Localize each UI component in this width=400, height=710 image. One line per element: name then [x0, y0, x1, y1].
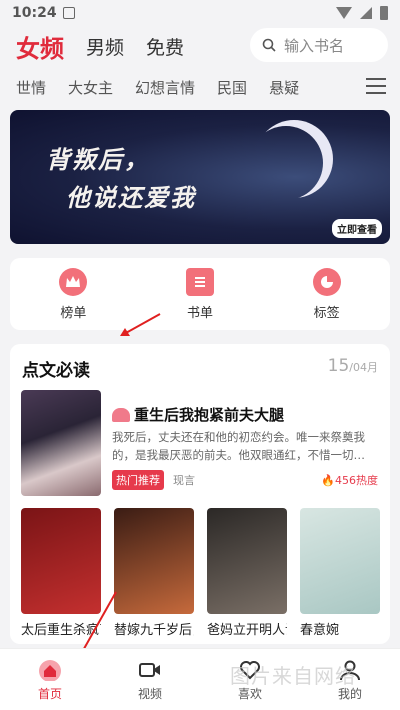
top-tabs: 女频 男频 免费 输入书名	[0, 26, 400, 66]
book-name: 爸妈立开明人设逼死我后	[207, 623, 287, 638]
signal-icon	[360, 7, 372, 19]
heart-badge-icon	[112, 407, 130, 422]
nav-home[interactable]: 首页	[0, 649, 100, 710]
wifi-icon	[336, 7, 352, 19]
shortcut-row: 榜单 书单 标签	[10, 258, 390, 330]
genre-label: 现言	[173, 474, 195, 487]
section-date: 15/04月	[327, 356, 378, 376]
shortcut-label: 榜单	[60, 305, 87, 321]
search-icon	[262, 38, 276, 52]
status-icons	[336, 6, 388, 20]
notification-icon	[62, 7, 75, 19]
tag-icon	[312, 267, 341, 296]
search-input[interactable]: 输入书名	[250, 28, 388, 62]
book-list-icon	[186, 267, 214, 296]
tab-free[interactable]: 免费	[146, 33, 184, 60]
shortcut-label: 书单	[187, 305, 214, 321]
category-item[interactable]: 民国	[217, 77, 247, 98]
featured-book-cover[interactable]	[21, 390, 101, 496]
category-item[interactable]: 幻想言情	[135, 77, 195, 98]
featured-book-description: 我死后，丈夫还在和他的初恋约会。唯一来祭奠我的，是我最厌恶的前夫。他双眼通红，不…	[112, 430, 365, 462]
section-title: 点文必读	[22, 361, 90, 381]
book-card[interactable]: 爸妈立开明人设逼死我后	[207, 508, 287, 638]
battery-icon	[380, 6, 388, 20]
shortcut-label: 标签	[313, 305, 340, 321]
category-item[interactable]: 悬疑	[269, 77, 299, 98]
video-icon	[138, 658, 162, 682]
book-cover	[300, 508, 380, 614]
view-now-button[interactable]: 立即查看	[332, 219, 382, 238]
tab-male[interactable]: 男频	[86, 33, 124, 60]
category-bar: 世情 大女主 幻想言情 民国 悬疑	[0, 68, 400, 106]
nav-label: 视频	[137, 686, 162, 701]
book-cover	[207, 508, 287, 614]
tab-female[interactable]: 女频	[16, 29, 64, 64]
book-card[interactable]: 春意婉	[300, 508, 380, 638]
status-bar: 10:24	[0, 0, 400, 26]
clock: 10:24	[12, 5, 57, 21]
crown-icon	[59, 267, 88, 296]
featured-book-title[interactable]: 重生后我抱紧前夫大腿	[112, 404, 284, 425]
shortcut-tags[interactable]: 标签	[263, 258, 390, 330]
category-item[interactable]: 大女主	[68, 77, 113, 98]
nav-label: 首页	[37, 686, 62, 701]
book-card[interactable]: 替嫁九千岁后，我杀疯了	[114, 508, 194, 638]
book-name: 春意婉	[300, 623, 340, 638]
search-placeholder: 输入书名	[284, 36, 345, 55]
moon-graphic	[255, 120, 333, 198]
promo-banner[interactable]: 背叛后， 他说还爱我 立即查看	[10, 110, 390, 244]
home-icon	[38, 658, 62, 682]
banner-line1: 背叛后，	[46, 145, 150, 174]
book-cover	[114, 508, 194, 614]
watermark-text: 图片来自网络	[230, 664, 356, 688]
hot-tag-badge: 热门推荐	[112, 470, 164, 490]
category-menu-icon[interactable]	[366, 78, 386, 96]
heat-count: 🔥456热度	[321, 474, 378, 487]
book-name: 替嫁九千岁后，我杀疯了	[114, 623, 194, 638]
category-item[interactable]: 世情	[16, 77, 46, 98]
annotation-arrow-icon	[120, 313, 161, 336]
nav-video[interactable]: 视频	[100, 649, 200, 710]
banner-line2: 他说还爱我	[66, 183, 196, 212]
